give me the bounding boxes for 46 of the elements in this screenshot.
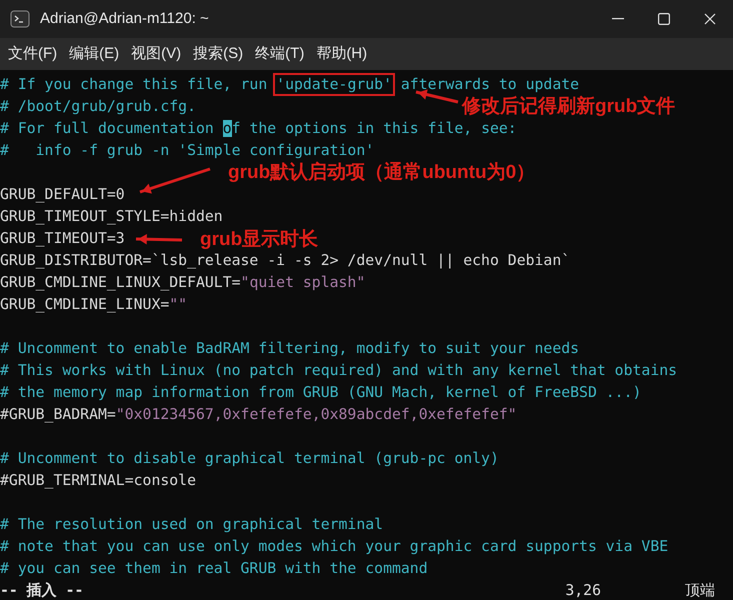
arrow <box>136 234 182 244</box>
maximize-icon <box>658 13 670 25</box>
annotation-text: 修改后记得刷新grub文件 <box>462 97 676 117</box>
annotation-text: grub显示时长 <box>200 230 318 250</box>
code-text: f the options in this file, see: <box>232 120 517 137</box>
annotation-text: grub默认启动项（通常ubuntu为0） <box>228 163 536 183</box>
code-text: 'update-grub' <box>276 76 392 93</box>
code-text: #GRUB_BADRAM= <box>0 406 116 423</box>
code-text: # note that you can use only modes which your graphic card supports via VBE <box>0 538 668 555</box>
code-text: GRUB_TIMEOUT_STYLE=hidden <box>0 208 223 225</box>
code-text: "quiet splash" <box>240 274 366 291</box>
code-text: GRUB_CMDLINE_LINUX_DEFAULT= <box>0 274 241 291</box>
code-text: # Uncomment to enable BadRAM filtering, modify to suit your needs <box>0 340 580 357</box>
code-text: #GRUB_TERMINAL=console <box>0 472 196 489</box>
scroll-indicator: 顶端 <box>685 580 715 600</box>
code-text: # If you change this file, run <box>0 76 268 93</box>
code-text: # The resolution used on graphical terminal <box>0 516 384 533</box>
menu-item[interactable]: 视图(V) <box>125 42 188 66</box>
code-text: afterwards to update <box>400 76 580 93</box>
code-text: "0x01234567,0xfefefefe,0x89abcdef,0xefefefef" <box>116 406 517 423</box>
window-title: Adrian@Adrian-m1120: ~ <box>40 8 209 29</box>
code-text: # This works with Linux (no patch required) and with any kernel that obtains <box>0 362 678 379</box>
code-text: # the memory map information from GRUB (GNU Mach, kernel of FreeBSD ...) <box>0 384 642 401</box>
close-icon <box>704 13 716 25</box>
terminal-icon <box>10 10 30 28</box>
menu-item[interactable]: 编辑(E) <box>63 42 126 66</box>
cursor-position: 3,26 <box>565 580 601 600</box>
menu-item[interactable]: 帮助(H) <box>310 42 374 66</box>
code-text: "" <box>169 296 188 313</box>
arrow <box>416 89 458 104</box>
mode-indicator: -- 插入 -- <box>0 580 84 600</box>
code-text: GRUB_CMDLINE_LINUX= <box>0 296 170 313</box>
code-text: GRUB_DISTRIBUTOR=`lsb_release -i -s 2> /dev/null || echo Debian` <box>0 252 570 269</box>
code-text: # you can see them in real GRUB with the command <box>0 560 428 577</box>
menu-item[interactable]: 终端(T) <box>249 42 310 66</box>
minimize-icon <box>612 18 624 20</box>
menu-item[interactable]: 文件(F) <box>2 42 64 66</box>
arrow <box>140 168 210 194</box>
code-text: GRUB_DEFAULT=0 <box>0 186 125 203</box>
code-text: # info -f grub -n 'Simple configuration' <box>0 142 374 159</box>
menu-item[interactable]: 搜索(S) <box>187 42 250 66</box>
code-text: GRUB_TIMEOUT=3 <box>0 230 125 247</box>
text-cursor: o <box>222 120 232 137</box>
code-text: # For full documentation <box>0 120 215 137</box>
code-text: # /boot/grub/grub.cfg. <box>0 98 196 115</box>
code-text: # Uncomment to disable graphical terminal (grub-pc only) <box>0 450 499 467</box>
